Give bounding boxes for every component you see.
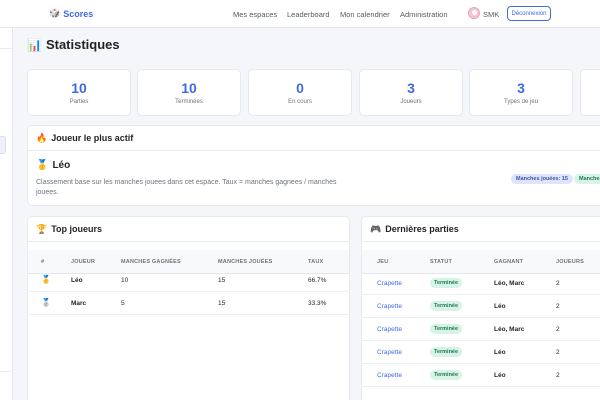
table-row: Crapette Terminée Léo 2	[362, 364, 600, 387]
user-name[interactable]: SMK	[483, 10, 499, 19]
rounds-played: 15	[218, 300, 226, 307]
rounds-badge: Manches	[574, 174, 600, 184]
nav-link-mon-calendrier[interactable]: Mon calendrier	[340, 10, 390, 19]
player-count: 2	[556, 303, 560, 310]
stat-value: 0	[296, 80, 304, 96]
fire-icon: 🔥	[36, 132, 48, 143]
bar-chart-icon: 📊	[27, 37, 42, 52]
rounds-won: 10	[121, 277, 129, 284]
column-header: STATUT	[430, 259, 453, 265]
stat-value: 3	[517, 80, 525, 96]
winner: Léo	[494, 303, 506, 310]
table-row: Crapette Terminée Léo, Marc 2	[362, 272, 600, 295]
column-header: MANCHES JOUÉES	[218, 259, 273, 265]
game-link[interactable]: Crapette	[377, 280, 402, 287]
status-badge: Terminée	[430, 324, 463, 334]
winner: Léo	[494, 349, 506, 356]
stat-card-types-de-jeu: 3 Types de jeu	[469, 69, 573, 116]
rounds-played-badge: Manches jouées: 15	[511, 174, 573, 184]
table-header: JEU STATUT GAGNANT JOUEURS	[362, 250, 600, 274]
column-header: JOUEUR	[71, 259, 96, 265]
game-link[interactable]: Crapette	[377, 303, 402, 310]
logout-button[interactable]: Déconnexion	[507, 6, 551, 21]
stat-card-terminees: 10 Terminées	[137, 69, 241, 116]
player-count: 2	[556, 280, 560, 287]
winner: Léo	[494, 372, 506, 379]
brand-name: Scores	[63, 8, 94, 19]
gamepad-icon: 🎮	[370, 223, 382, 234]
recent-games-header: 🎮 Dernières parties	[362, 217, 600, 242]
stat-card-joueurs: 3 Joueurs	[359, 69, 463, 116]
rounds-played: 15	[218, 277, 226, 284]
recent-games-title: Dernières parties	[385, 224, 459, 234]
stat-value: 10	[71, 80, 87, 96]
winner: Léo, Marc	[494, 280, 525, 287]
stat-card-parties: 10 Parties	[27, 69, 131, 116]
stat-label: En cours	[288, 99, 312, 105]
most-active-header: 🔥 Joueur le plus actif	[28, 126, 600, 151]
status-badge: Terminée	[430, 370, 463, 380]
game-link[interactable]: Crapette	[377, 349, 402, 356]
status-badge: Terminée	[430, 347, 463, 357]
table-row: 🥈 Marc 5 15 33.3%	[28, 292, 349, 315]
status-badge: Terminée	[430, 278, 463, 288]
winner: Léo, Marc	[494, 326, 525, 333]
table-row: Crapette Terminée Léo 2	[362, 295, 600, 318]
stat-value: 3	[407, 80, 415, 96]
stat-label: Types de jeu	[503, 99, 539, 105]
stat-label: Parties	[69, 99, 89, 105]
top-players-title: Top joueurs	[51, 224, 103, 234]
table-row: 🥇 Léo 10 15 66.7%	[28, 269, 349, 292]
column-header: MANCHES GAGNÉES	[121, 259, 181, 265]
page-title-text: Statistiques	[45, 37, 120, 52]
sidebar	[0, 28, 13, 400]
top-players-header: 🏆 Top joueurs	[28, 217, 349, 242]
top-players-card: 🏆 Top joueurs # JOUEUR MANCHES GAGNÉES M…	[27, 216, 350, 400]
win-rate: 66.7%	[308, 277, 327, 284]
stat-label: Joueurs	[400, 99, 422, 105]
player-count: 2	[556, 326, 560, 333]
avatar[interactable]	[468, 7, 480, 19]
player-name: Marc	[71, 300, 87, 307]
top-navbar: 🎲 Scores Mes espaces Leaderboard Mon cal…	[0, 0, 600, 28]
most-active-player: 🥇 Léo	[36, 160, 70, 171]
win-rate: 33.3%	[308, 300, 327, 307]
most-active-player-name: Léo	[52, 160, 71, 171]
status-badge: Terminée	[430, 301, 463, 311]
column-header: #	[41, 259, 45, 265]
most-active-title: Joueur le plus actif	[51, 133, 134, 143]
recent-games-card: 🎮 Dernières parties JEU STATUT GAGNANT J…	[361, 216, 600, 400]
sidebar-divider	[0, 48, 12, 49]
sidebar-item-active[interactable]	[0, 136, 6, 154]
gold-medal-icon: 🥇	[41, 275, 51, 284]
column-header: GAGNANT	[494, 259, 524, 265]
column-header: TAUX	[308, 259, 324, 265]
sidebar-divider	[0, 371, 12, 372]
column-header: JOUEURS	[556, 259, 584, 265]
nav-link-administration[interactable]: Administration	[400, 10, 448, 19]
player-count: 2	[556, 349, 560, 356]
table-row: Crapette Terminée Léo 2	[362, 341, 600, 364]
silver-medal-icon: 🥈	[41, 298, 51, 307]
trophy-icon: 🏆	[36, 223, 48, 234]
page-title: 📊 Statistiques	[27, 37, 120, 52]
stat-card-en-cours: 0 En cours	[248, 69, 352, 116]
brand-link[interactable]: 🎲 Scores	[49, 8, 93, 19]
stat-label: Terminées	[175, 99, 203, 105]
player-name: Léo	[71, 277, 83, 284]
gold-medal-icon: 🥇	[36, 160, 49, 171]
most-active-description: Classement base sur les manches jouees d…	[36, 179, 337, 196]
rounds-won: 5	[121, 300, 125, 307]
game-link[interactable]: Crapette	[377, 326, 402, 333]
nav-link-leaderboard[interactable]: Leaderboard	[287, 10, 330, 19]
most-active-card: 🔥 Joueur le plus actif 🥇 Léo Classement …	[27, 125, 600, 206]
table-row: Crapette Terminée Léo, Marc 2	[362, 318, 600, 341]
dice-icon: 🎲	[49, 8, 61, 18]
game-link[interactable]: Crapette	[377, 372, 402, 379]
stat-value: 10	[181, 80, 197, 96]
stat-card-partial	[580, 69, 600, 116]
player-count: 2	[556, 372, 560, 379]
nav-link-mes-espaces[interactable]: Mes espaces	[233, 10, 277, 19]
column-header: JEU	[377, 259, 389, 265]
